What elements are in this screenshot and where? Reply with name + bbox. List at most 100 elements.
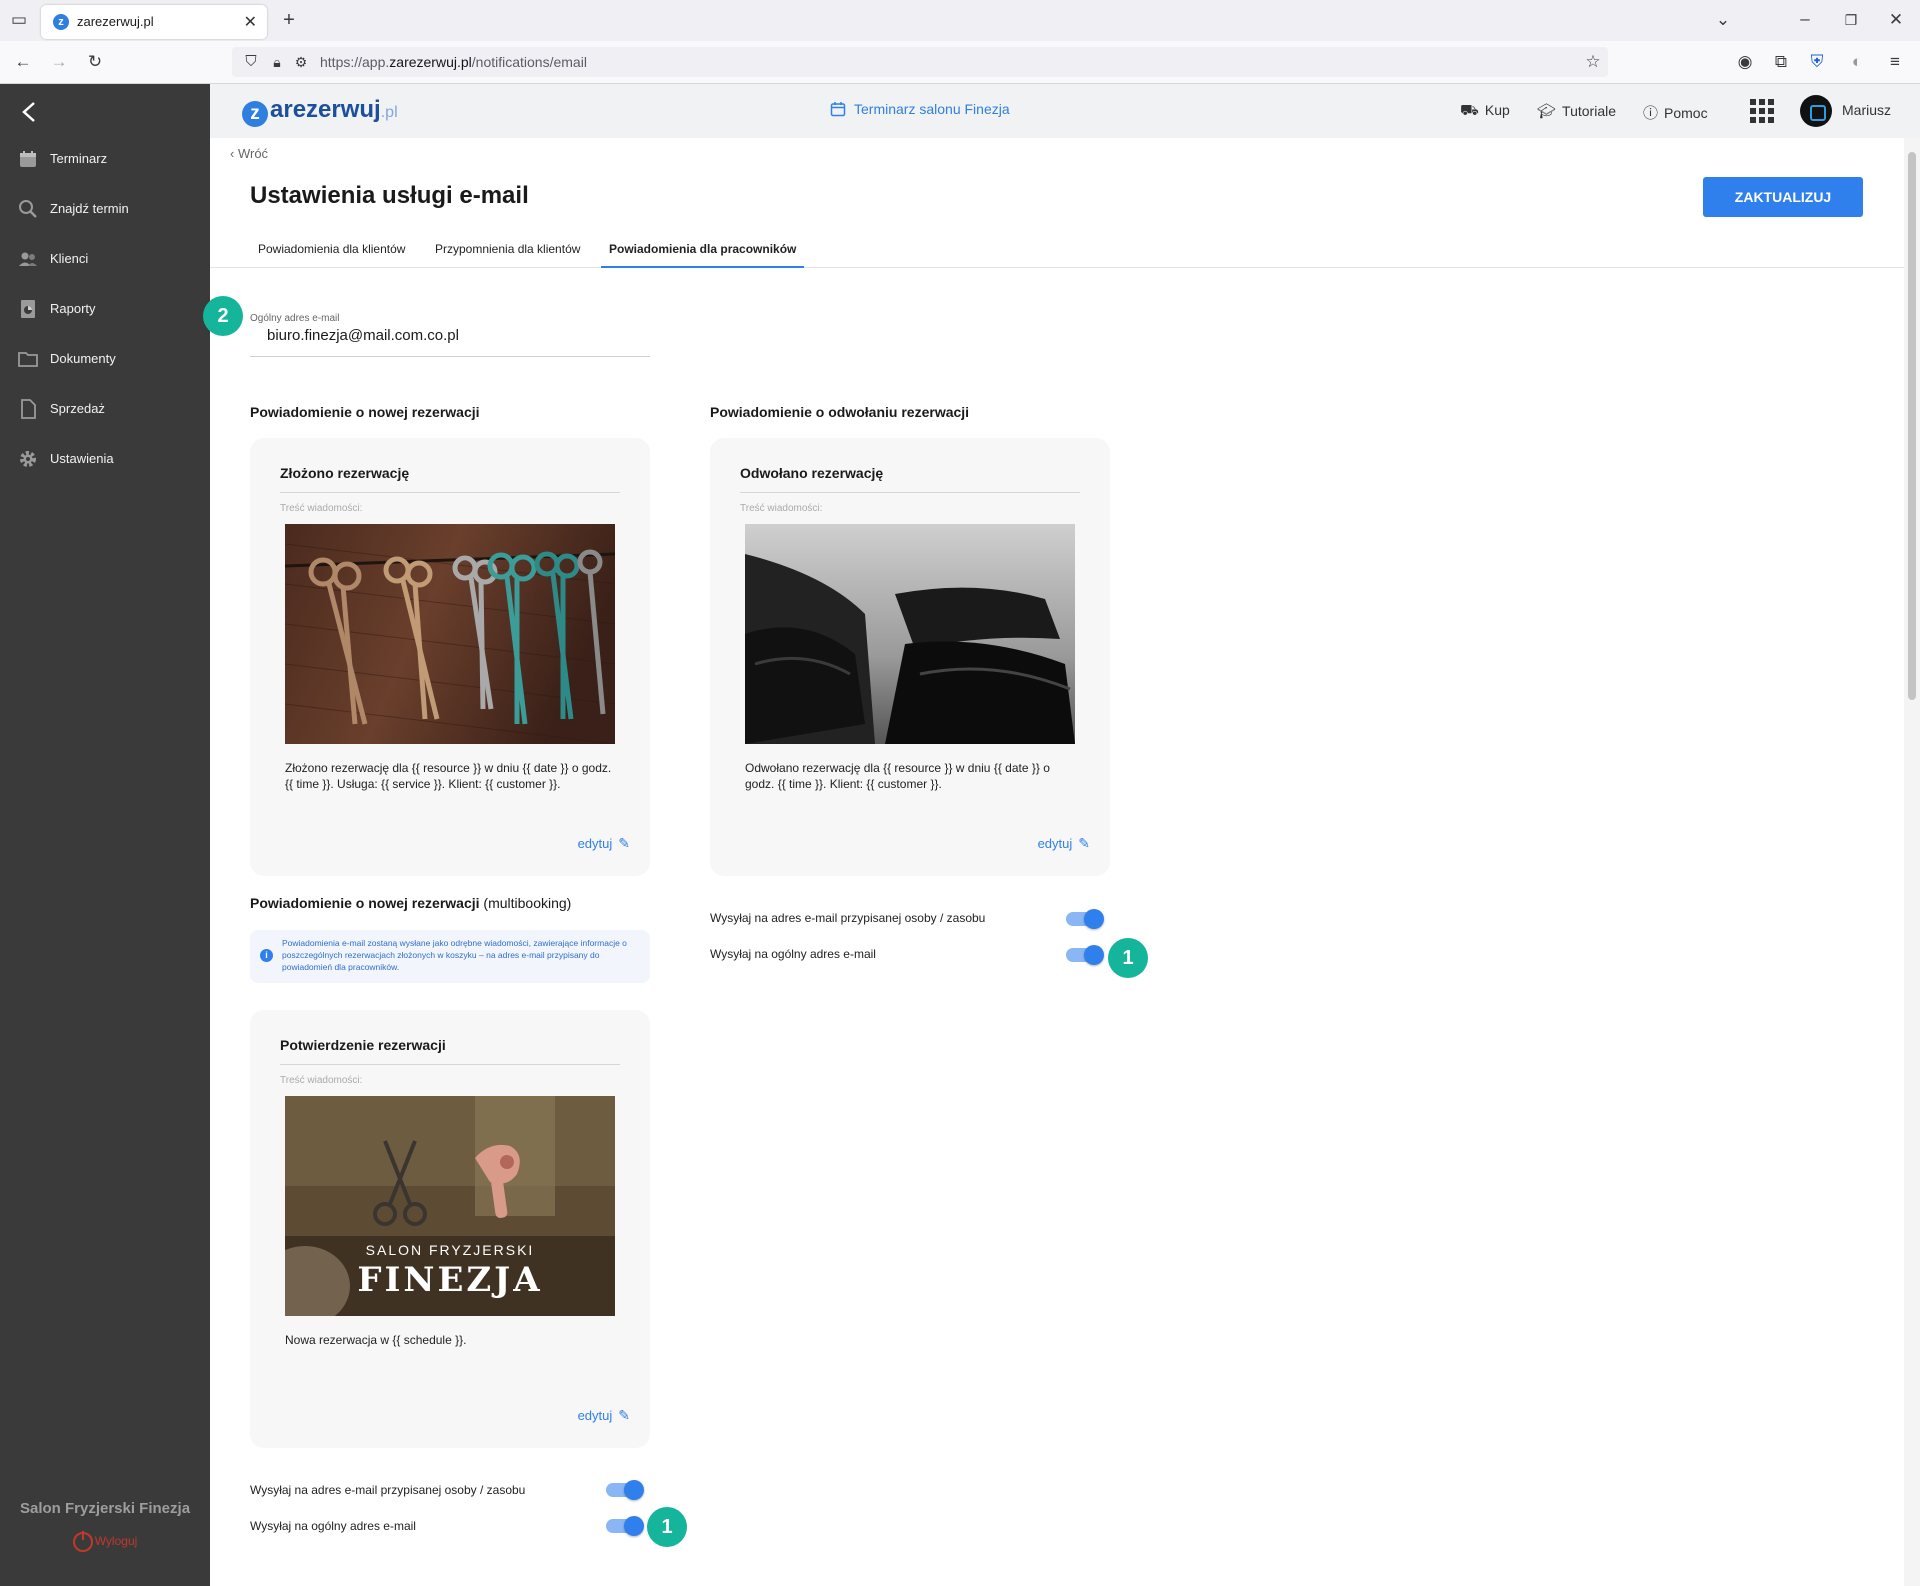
toggle-knob	[1084, 909, 1104, 929]
scissors-image	[285, 524, 615, 744]
browser-navigation-bar: ← → ↻ ⛉ 🔒︎ ⚙ https://app.zarezerwuj.pl/n…	[0, 41, 1920, 84]
browser-tab[interactable]: z zarezerwuj.pl ✕	[41, 5, 267, 39]
toggle-knob	[1084, 945, 1104, 965]
multibooking-info-text: Powiadomienia e-mail zostaną wysłane jak…	[282, 938, 627, 972]
help-circle-icon: ⓘ	[1643, 105, 1659, 122]
pencil-icon: ✎	[618, 835, 630, 851]
lock-icon[interactable]: 🔒︎	[266, 52, 288, 72]
bitwarden-icon[interactable]: ⛨	[1806, 52, 1828, 72]
logo[interactable]: z arezerwuj.pl	[242, 96, 398, 127]
multibooking-card: Potwierdzenie rezerwacji Treść wiadomośc…	[250, 1010, 650, 1448]
multibooking-title-main: Powiadomienie o nowej rezerwacji	[250, 895, 480, 911]
logo-text: arezerwuj	[270, 96, 381, 123]
tab-list-icon[interactable]: ▭	[8, 10, 30, 30]
address-bar[interactable]: ⛉ 🔒︎ ⚙ https://app.zarezerwuj.pl/notific…	[232, 47, 1608, 77]
close-tab-icon[interactable]: ✕	[244, 12, 257, 32]
extension-icon[interactable]: ◐	[1846, 52, 1868, 72]
edit-new-booking-link[interactable]: edytuj ✎	[578, 835, 630, 852]
account-icon[interactable]: ◉	[1734, 52, 1756, 72]
permissions-icon[interactable]: ⚙	[290, 52, 312, 72]
power-icon	[72, 1531, 93, 1552]
toggle-cancel-assigned-email[interactable]	[1066, 909, 1104, 929]
chevron-left-icon: ‹	[230, 146, 238, 161]
info-icon: i	[260, 949, 273, 962]
logout-button[interactable]: Wyloguj	[0, 1531, 210, 1552]
collapse-sidebar-icon[interactable]	[18, 100, 42, 124]
pencil-icon: ✎	[618, 1407, 630, 1423]
extensions-icon[interactable]: ⧉	[1770, 52, 1792, 72]
new-booking-section-title: Powiadomienie o nowej rezerwacji	[250, 404, 480, 420]
sidebar-item-ustawienia[interactable]: Ustawienia	[0, 439, 210, 479]
sidebar-item-klienci[interactable]: Klienci	[0, 239, 210, 279]
salon-chairs-image	[745, 524, 1075, 744]
cancel-booking-section-title: Powiadomienie o odwołaniu rezerwacji	[710, 404, 970, 420]
bookmark-star-icon[interactable]: ☆	[1582, 52, 1604, 72]
help-link[interactable]: ⓘ Pomoc	[1643, 102, 1708, 123]
logo-mark: z	[242, 101, 268, 127]
search-icon	[19, 200, 37, 218]
window-close-icon[interactable]: ✕	[1885, 10, 1907, 30]
sidebar-item-znajdz-termin[interactable]: Znajdź termin	[0, 189, 210, 229]
back-arrow-icon[interactable]: ←	[12, 52, 34, 72]
back-link[interactable]: ‹ Wróć	[230, 146, 268, 161]
tab-client-reminders[interactable]: Przypomnienia dla klientów	[427, 242, 588, 268]
sidebar: Terminarz Znajdź termin Klienci Raporty …	[0, 84, 210, 1586]
basket-icon: ⛟	[1460, 102, 1479, 119]
calendar-link-label: Terminarz salonu Finezja	[854, 101, 1010, 117]
general-email-label: Ogólny adres e-mail	[250, 313, 340, 324]
user-name[interactable]: Mariusz	[1842, 102, 1891, 118]
document-icon	[21, 399, 36, 419]
help-label: Pomoc	[1664, 105, 1708, 121]
sidebar-item-raporty[interactable]: Raporty	[0, 289, 210, 329]
update-button[interactable]: ZAKTUALIZUJ	[1703, 177, 1863, 217]
forward-arrow-icon[interactable]: →	[48, 52, 70, 72]
edit-label: edytuj	[577, 836, 613, 851]
salon-banner-line1: SALON FRYZJERSKI	[365, 1242, 535, 1258]
calendar-link[interactable]: Terminarz salonu Finezja	[830, 101, 1010, 117]
apps-grid-icon[interactable]	[1750, 99, 1774, 123]
tab-staff-notifications[interactable]: Powiadomienia dla pracowników	[601, 242, 805, 268]
reload-icon[interactable]: ↻	[84, 52, 106, 72]
tab-client-notifications[interactable]: Powiadomienia dla klientów	[250, 242, 413, 268]
scrollbar-thumb[interactable]	[1908, 152, 1916, 700]
menu-icon[interactable]: ≡	[1884, 52, 1906, 72]
general-email-field[interactable]: biuro.finezja@mail.com.co.pl	[267, 327, 459, 344]
sidebar-item-terminarz[interactable]: Terminarz	[0, 139, 210, 179]
sidebar-item-label: Sprzedaż	[50, 401, 105, 416]
multibooking-title-suffix: (multibooking)	[483, 895, 572, 911]
tutorials-link[interactable]: 🎓︎ Tutoriale	[1537, 102, 1616, 120]
calendar-icon	[830, 102, 846, 117]
toggle-knob	[624, 1480, 644, 1500]
graduation-cap-icon: 🎓︎	[1537, 103, 1557, 120]
minimize-icon[interactable]: –	[1794, 9, 1816, 29]
logo-tld: .pl	[380, 104, 398, 121]
edit-multibooking-link[interactable]: edytuj ✎	[578, 1407, 630, 1424]
card-message-text: Odwołano rezerwację dla {{ resource }} w…	[745, 761, 1050, 791]
sidebar-item-sprzedaz[interactable]: Sprzedaż	[0, 389, 210, 429]
salon-banner-image: SALON FRYZJERSKI FINEZJA	[285, 1096, 615, 1316]
avatar[interactable]	[1800, 95, 1832, 127]
scrollbar[interactable]	[1904, 138, 1920, 1586]
users-icon	[19, 252, 37, 266]
sidebar-item-dokumenty[interactable]: Dokumenty	[0, 339, 210, 379]
general-email-underline	[250, 356, 650, 357]
gear-icon	[20, 451, 36, 467]
toggle-cancel-general-email[interactable]	[1066, 945, 1104, 965]
toggle-label: Wysyłaj na adres e-mail przypisanej osob…	[710, 911, 986, 925]
sidebar-item-label: Terminarz	[50, 151, 108, 166]
list-all-tabs-icon[interactable]: ⌄	[1712, 10, 1734, 30]
browser-tab-title: zarezerwuj.pl	[77, 14, 154, 29]
url-text: https://app.zarezerwuj.pl/notifications/…	[320, 54, 587, 70]
shield-icon[interactable]: ⛉	[240, 52, 262, 72]
edit-cancel-booking-link[interactable]: edytuj ✎	[1038, 835, 1090, 852]
toggle-multibooking-assigned-email[interactable]	[606, 1480, 644, 1500]
multibooking-info-box: i Powiadomienia e-mail zostaną wysłane j…	[250, 930, 650, 983]
toggle-label: Wysyłaj na ogólny adres e-mail	[710, 947, 876, 961]
logout-label: Wyloguj	[94, 1534, 138, 1549]
buy-link[interactable]: ⛟ Kup	[1460, 102, 1510, 121]
restore-icon[interactable]: ❐	[1840, 10, 1862, 30]
card-message-label: Treść wiadomości:	[280, 1075, 363, 1086]
new-tab-icon[interactable]: +	[278, 10, 300, 30]
multibooking-section-title: Powiadomienie o nowej rezerwacji (multib…	[250, 895, 571, 911]
toggle-multibooking-general-email[interactable]	[606, 1516, 644, 1536]
